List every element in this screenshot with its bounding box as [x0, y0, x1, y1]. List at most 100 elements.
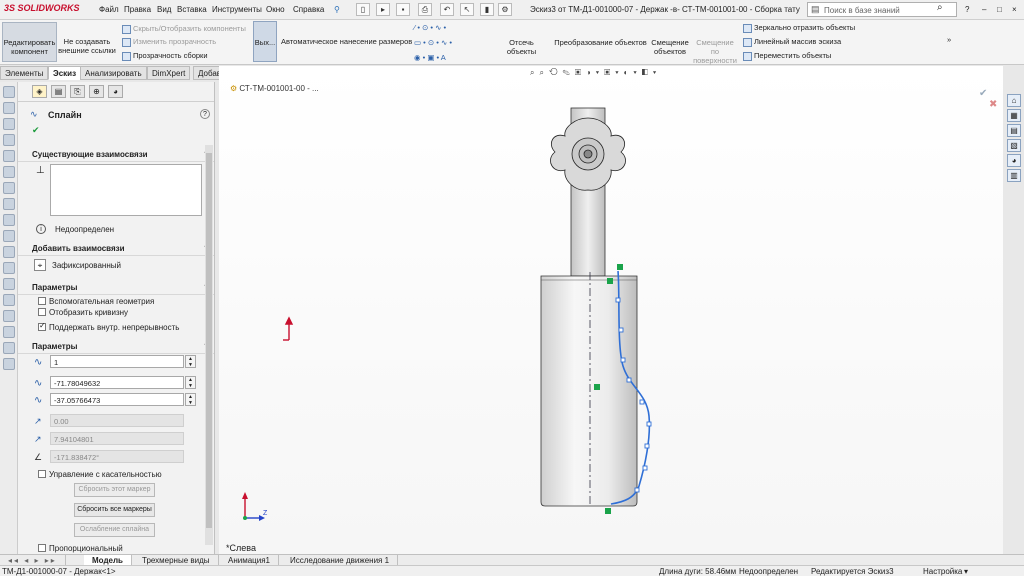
select-icon[interactable]: ↖ — [460, 3, 474, 16]
change-transparency-button[interactable]: Изменить прозрачность — [122, 37, 216, 47]
dimxpert-tab-icon[interactable]: ⊕ — [89, 85, 104, 98]
home-icon[interactable]: ⌂ — [1007, 94, 1021, 107]
mirror-entities-button[interactable]: Зеркально отразить объекты — [743, 23, 855, 33]
sketch-tool-icon[interactable] — [3, 166, 15, 178]
checkbox[interactable] — [38, 296, 46, 305]
new-document-icon[interactable]: ▯ — [356, 3, 370, 16]
help-icon[interactable]: ? — [965, 5, 969, 14]
open-icon[interactable]: ▸ — [376, 3, 390, 16]
sketch-tool-icon[interactable] — [3, 310, 15, 322]
y-coordinate-field[interactable]: -37.05766473 — [50, 393, 184, 406]
tab-evaluate[interactable]: Анализировать — [80, 66, 147, 80]
config-manager-tab-icon[interactable]: ⎘ — [70, 85, 85, 98]
search-input[interactable]: ▤ Поиск в базе знаний — [807, 2, 957, 17]
solidworks-logo[interactable]: 3S SOLIDWORKS — [4, 3, 80, 13]
property-manager-tab-icon[interactable]: ◈ — [32, 85, 47, 98]
smart-dimension-button[interactable]: Автоматическое нанесение размеров — [281, 37, 412, 46]
status-customize[interactable]: Настройка — [923, 567, 962, 576]
point-number-field[interactable]: 1 — [50, 355, 184, 368]
tangent-angle-field[interactable]: -171.838472° — [50, 450, 184, 463]
parameters-header[interactable]: Параметры⌃ — [18, 342, 214, 354]
checkbox[interactable] — [38, 307, 46, 316]
display-manager-tab-icon[interactable]: ◕ — [108, 85, 123, 98]
options-header[interactable]: Параметры⌃ — [18, 283, 214, 295]
checkbox[interactable] — [38, 469, 46, 478]
tangent-weight-2-field[interactable]: 7.94104801 — [50, 432, 184, 445]
sketch-tool-icon[interactable] — [3, 86, 15, 98]
view-palette-icon[interactable]: ▧ — [1007, 139, 1021, 152]
sketch-tool-icon[interactable] — [3, 214, 15, 226]
menu-file[interactable]: Файл — [99, 5, 119, 14]
tangent-weight-1-field[interactable]: 0.00 — [50, 414, 184, 427]
spin-button[interactable]: ▲ ▼ — [185, 355, 196, 368]
breadcrumb[interactable]: ⚙ СТ-ТМ-001001-00 - ... — [230, 84, 319, 93]
custom-properties-icon[interactable]: ▥ — [1007, 169, 1021, 182]
checkbox[interactable] — [38, 543, 46, 552]
no-external-refs-button[interactable]: Не создавать внешние ссылки — [58, 24, 116, 55]
trim-entities-button[interactable]: Отсечь объекты — [494, 38, 549, 56]
restore-button[interactable]: □ — [997, 5, 1002, 14]
menu-edit[interactable]: Правка — [124, 5, 151, 14]
sketch-tool-icon[interactable] — [3, 342, 15, 354]
options-icon[interactable]: ⚙ — [498, 3, 512, 16]
existing-relations-header[interactable]: Существующие взаимосвязи⌃ — [18, 150, 214, 162]
status-dropdown-icon[interactable]: ▾ — [964, 567, 968, 576]
menu-tools[interactable]: Инструменты — [212, 5, 262, 14]
linear-pattern-button[interactable]: Линейный массив эскиза — [743, 37, 841, 47]
checkbox[interactable] — [38, 321, 46, 331]
reset-all-handles-button[interactable]: Сбросить все маркеры — [74, 503, 155, 517]
fixed-relation-icon[interactable]: ⌖ — [34, 259, 46, 271]
ribbon-more-button[interactable]: » — [947, 35, 951, 44]
tab-features[interactable]: Элементы — [0, 66, 49, 80]
cancel-corner-icon[interactable]: ✖ — [989, 99, 997, 110]
sketch-tool-icon[interactable] — [3, 102, 15, 114]
sketch-misc-tools[interactable]: ◉ • ▣ • A — [414, 53, 446, 62]
spin-button[interactable]: ▲ ▼ — [185, 393, 196, 406]
menu-window[interactable]: Окно — [266, 5, 285, 14]
sketch-tool-icon[interactable] — [3, 326, 15, 338]
move-entities-button[interactable]: Переместить объекты — [743, 51, 831, 61]
close-button[interactable]: × — [1012, 5, 1017, 14]
sketch-tool-icon[interactable] — [3, 294, 15, 306]
sketch-tool-icon[interactable] — [3, 230, 15, 242]
graphics-area[interactable]: Z ✔ ✖ — [219, 66, 1003, 554]
spin-button[interactable]: ▲ ▼ — [185, 376, 196, 389]
menu-insert[interactable]: Вставка — [177, 5, 207, 14]
feature-tree-tab-icon[interactable]: ▤ — [51, 85, 66, 98]
tab-dimxpert[interactable]: DimXpert — [147, 66, 191, 80]
show-curvature-checkbox[interactable]: Отобразить кривизну — [38, 307, 128, 317]
maintain-continuity-checkbox[interactable]: Поддержать внутр. непрерывность — [38, 321, 179, 332]
sketch-tool-icon[interactable] — [3, 182, 15, 194]
relations-list[interactable] — [50, 164, 202, 216]
sketch-tool-icon[interactable] — [3, 118, 15, 130]
save-icon[interactable]: ▪ — [396, 3, 410, 16]
appearances-icon[interactable]: ◕ — [1007, 154, 1021, 167]
sketch-tool-icon[interactable] — [3, 278, 15, 290]
sketch-tool-icon[interactable] — [3, 198, 15, 210]
reset-this-handle-button[interactable]: Сбросить этот маркер — [74, 483, 155, 497]
add-relations-header[interactable]: Добавить взаимосвязи⌃ — [18, 244, 214, 256]
x-coordinate-field[interactable]: -71.78049632 — [50, 376, 184, 389]
undo-icon[interactable]: ↶ — [440, 3, 454, 16]
file-explorer-icon[interactable]: ▤ — [1007, 124, 1021, 137]
rebuild-icon[interactable]: ▮ — [480, 3, 494, 16]
offset-entities-button[interactable]: Смещение объектов — [650, 38, 690, 56]
design-library-icon[interactable]: ▦ — [1007, 109, 1021, 122]
help-icon[interactable]: ? — [200, 109, 210, 119]
tab-sketch[interactable]: Эскиз — [48, 66, 82, 80]
sketch-tool-icon[interactable] — [3, 358, 15, 370]
fixed-relation-label[interactable]: Зафиксированный — [52, 261, 121, 270]
assembly-transparency-button[interactable]: Прозрачность сборки — [122, 51, 208, 61]
sketch-tool-icon[interactable] — [3, 262, 15, 274]
print-icon[interactable]: ⎙ — [418, 3, 432, 16]
menu-help[interactable]: Справка — [293, 5, 324, 14]
minimize-button[interactable]: – — [982, 5, 986, 14]
sketch-shape-tools[interactable]: ▭ • ⊙ • ∿ • — [414, 38, 452, 47]
offset-on-surface-button[interactable]: Смещение по поверхности — [692, 38, 738, 65]
sketch-tool-icon[interactable] — [3, 134, 15, 146]
sketch-tool-icon[interactable] — [3, 150, 15, 162]
construction-geometry-checkbox[interactable]: Вспомогательная геометрия — [38, 296, 154, 306]
convert-entities-button[interactable]: Преобразование объектов — [553, 38, 648, 47]
search-icon[interactable]: ⌕ — [937, 2, 943, 13]
heads-up-view-toolbar[interactable]: ⌕⌕⟲✎▣◑▾▣▾◐▾◧▾ — [530, 68, 661, 80]
